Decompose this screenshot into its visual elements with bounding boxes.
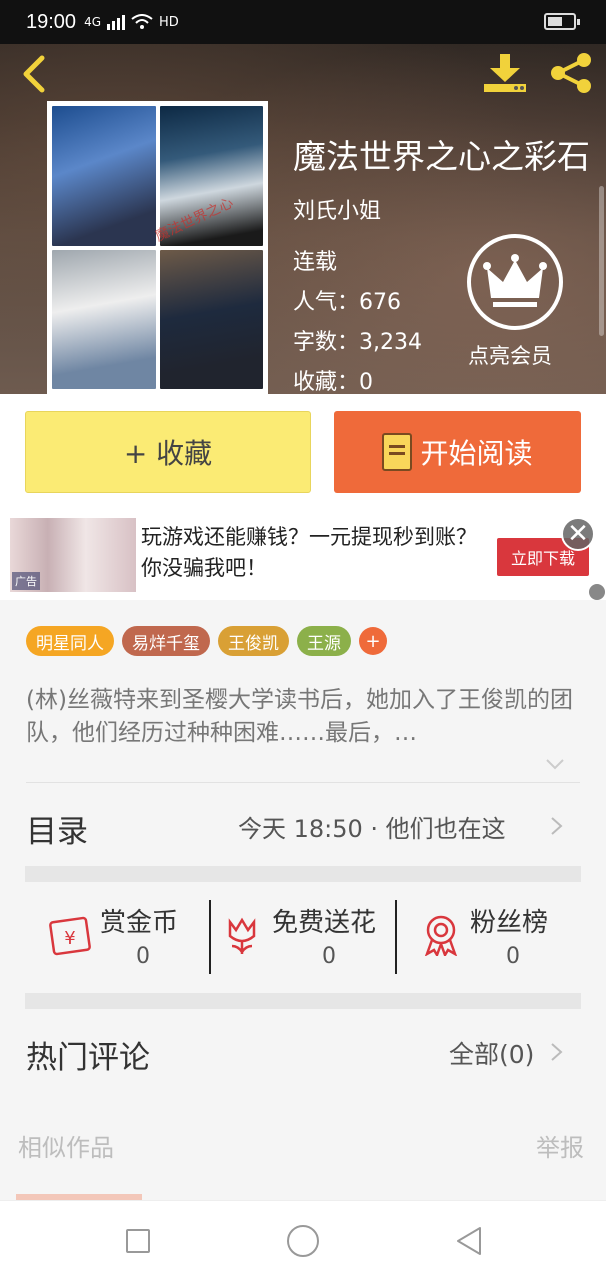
- status-bar: 19:00 4G HD: [0, 0, 606, 44]
- vip-label[interactable]: 点亮会员: [468, 340, 552, 370]
- chevron-right-icon[interactable]: [550, 1042, 564, 1062]
- tag-list: 明星同人 易烊千玺 王俊凯 王源 +: [26, 626, 387, 656]
- close-icon[interactable]: ✕: [561, 517, 595, 551]
- divider: [26, 782, 580, 783]
- action-bar: + 收藏 开始阅读: [0, 394, 606, 510]
- share-icon[interactable]: [548, 52, 594, 94]
- fan-ranking-button[interactable]: 粉丝榜 0: [422, 898, 582, 974]
- vip-button[interactable]: [467, 234, 563, 330]
- ad-tag: 广告: [12, 572, 40, 590]
- recent-apps-icon[interactable]: [126, 1229, 150, 1253]
- ad-text: 玩游戏还能赚钱？一元提现秒到账？你没骗我吧！: [141, 525, 477, 580]
- hot-comments-label: 热门评论: [26, 1040, 150, 1076]
- stat-value: 0: [322, 944, 336, 969]
- stat-label: 免费送花: [272, 908, 377, 938]
- red-envelope-icon: ¥: [49, 916, 91, 956]
- tag-chip[interactable]: 明星同人: [26, 626, 114, 656]
- reward-coins-button[interactable]: ¥ 赏金币 0: [48, 898, 198, 974]
- cover-photo: [52, 106, 156, 246]
- signal-icon: [107, 15, 125, 30]
- book-cover[interactable]: 魔法世界之心: [47, 101, 268, 394]
- divider: [209, 900, 211, 974]
- download-icon[interactable]: [480, 52, 530, 94]
- book-description[interactable]: (林)丝薇特来到圣樱大学读书后，她加入了王俊凯的团队，他们经历过种种困难……最后…: [26, 684, 576, 750]
- book-status: 连载: [293, 250, 338, 275]
- cover-photo: [159, 249, 263, 389]
- network-label: 4G: [84, 15, 101, 29]
- catalog-latest-chapter[interactable]: 今天 18:50 · 他们也在这: [238, 809, 506, 844]
- chevron-right-icon[interactable]: [550, 816, 564, 836]
- stat-value: 0: [506, 944, 520, 969]
- tag-chip[interactable]: 易烊千玺: [122, 626, 210, 656]
- ad-banner[interactable]: 广告 玩游戏还能赚钱？一元提现秒到账？你没骗我吧！ 立即下载: [0, 510, 606, 600]
- status-time: 19:00: [26, 10, 77, 33]
- back-triangle-icon[interactable]: [454, 1225, 484, 1257]
- cover-photo: [52, 249, 156, 389]
- section-separator: [25, 866, 581, 882]
- book-author[interactable]: 刘氏小姐: [293, 193, 381, 225]
- battery-icon: [544, 13, 580, 30]
- send-flowers-button[interactable]: 免费送花 0: [224, 898, 389, 974]
- home-icon[interactable]: [287, 1225, 319, 1257]
- hd-label: HD: [159, 14, 179, 30]
- crown-icon: [483, 254, 547, 307]
- book-favorites: 收藏：0: [293, 370, 373, 395]
- catalog-label[interactable]: 目录: [26, 806, 88, 851]
- stat-value: 0: [136, 944, 150, 969]
- wifi-icon: [131, 14, 153, 29]
- tag-chip[interactable]: 王俊凯: [218, 626, 289, 656]
- divider: [395, 900, 397, 974]
- flower-icon: [228, 917, 256, 954]
- add-favorite-button[interactable]: + 收藏: [25, 411, 311, 493]
- all-comments-link[interactable]: 全部(0): [449, 1035, 534, 1071]
- ad-info-icon[interactable]: [589, 584, 605, 600]
- report-link[interactable]: 举报: [536, 1128, 584, 1163]
- stat-label: 粉丝榜: [470, 908, 549, 938]
- stat-label: 赏金币: [100, 908, 179, 938]
- book-title: 魔法世界之心之彩石: [293, 137, 590, 176]
- svg-text:¥: ¥: [64, 928, 75, 949]
- start-reading-label: 开始阅读: [420, 437, 533, 470]
- back-arrow-icon[interactable]: [16, 52, 56, 96]
- book-icon: [382, 433, 413, 471]
- start-reading-button[interactable]: 开始阅读: [334, 411, 581, 493]
- section-separator: [25, 993, 581, 1009]
- chevron-down-icon[interactable]: [546, 755, 564, 773]
- add-tag-button[interactable]: +: [359, 627, 387, 655]
- book-word-count: 字数：3,234: [293, 330, 422, 355]
- medal-icon: [424, 915, 458, 956]
- tag-chip[interactable]: 王源: [297, 626, 351, 656]
- book-popularity: 人气：676: [293, 290, 401, 315]
- similar-works-label: 相似作品: [18, 1134, 114, 1162]
- system-nav-bar: [0, 1200, 606, 1280]
- scroll-indicator: [599, 186, 604, 336]
